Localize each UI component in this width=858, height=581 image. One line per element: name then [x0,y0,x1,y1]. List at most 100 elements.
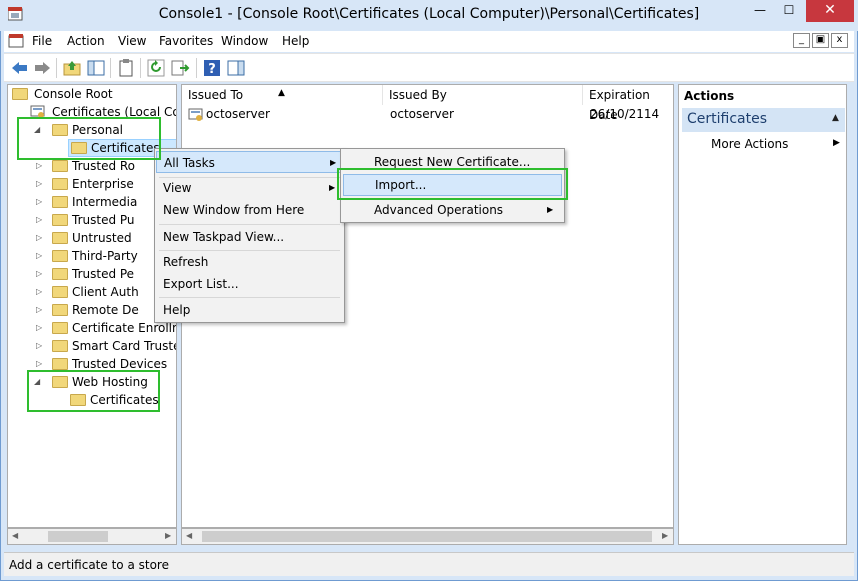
menu-item-advanced-operations[interactable]: Advanced Operations ▶ [341,199,564,221]
scroll-thumb[interactable] [202,531,652,542]
window-title: Console1 - [Console Root\Certificates (L… [158,6,700,22]
more-actions-item[interactable]: More Actions ▶ [711,137,841,155]
refresh-icon[interactable] [146,58,166,78]
tree-item-label: Untrusted [72,231,132,245]
folder-icon [52,196,68,208]
menu-item-label: View [163,181,192,195]
context-menu: All Tasks ▶ View ▶ New Window from Here … [154,148,345,323]
expand-arrow-icon[interactable]: ▷ [36,229,42,247]
folder-icon [52,358,68,370]
collapse-section-icon[interactable]: ▲ [832,113,839,123]
expand-arrow-icon[interactable]: ▷ [36,247,42,265]
menu-item-refresh[interactable]: Refresh [155,251,344,273]
expand-arrow-icon[interactable]: ▷ [36,211,42,229]
menu-item-label: New Taskpad View... [163,230,285,244]
expand-arrow-icon[interactable]: ▷ [36,193,42,211]
column-header-issued-by[interactable]: Issued By [383,85,583,105]
action-pane-icon[interactable] [226,58,246,78]
expand-arrow-icon[interactable]: ▷ [36,283,42,301]
mdi-restore-button[interactable]: ▣ [812,33,829,48]
tree-horizontal-scrollbar[interactable]: ◀ ▶ [7,528,177,545]
cell-issued-to: octoserver [206,107,270,121]
up-folder-icon[interactable] [62,58,82,78]
menu-item-label: Export List... [163,277,239,291]
menu-item-help[interactable]: Help [155,299,344,321]
sort-ascending-icon: ▲ [278,88,285,98]
expand-arrow-icon[interactable]: ▷ [36,337,42,355]
expand-arrow-icon[interactable]: ▷ [36,319,42,337]
expand-arrow-icon[interactable]: ▷ [36,265,42,283]
menu-item-view[interactable]: View ▶ [155,177,344,199]
menu-item-new-window[interactable]: New Window from Here [155,199,344,221]
tree-item-label: Enterprise [72,177,134,191]
column-header-issued-to[interactable]: Issued To ▲ [182,85,383,105]
menu-item-label: New Window from Here [163,203,305,217]
highlight-personal [17,117,161,160]
actions-section-label: Certificates [687,111,768,127]
menu-favorites[interactable]: Favorites [159,34,213,48]
minimize-button[interactable]: — [746,0,774,22]
folder-icon [52,178,68,190]
more-actions-label: More Actions [711,137,789,151]
menu-help[interactable]: Help [282,34,309,48]
scroll-left-icon[interactable]: ◀ [12,531,18,540]
list-horizontal-scrollbar[interactable]: ◀ ▶ [181,528,674,545]
table-row[interactable]: octoserver octoserver 26/10/2114 [182,105,673,125]
tree-item-label: Remote De [72,303,139,317]
menu-separator [159,224,340,225]
folder-icon [52,160,68,172]
highlight-import [337,168,568,200]
column-header-expiration-date[interactable]: Expiration Date [583,85,673,122]
column-header-label: Issued To [188,88,244,102]
scroll-left-icon[interactable]: ◀ [186,531,192,540]
svg-text:?: ? [208,62,216,77]
menu-item-export-list[interactable]: Export List... [155,273,344,295]
folder-icon [52,322,68,334]
submenu-arrow-icon: ▶ [329,183,336,192]
certificate-icon [188,108,203,121]
menu-item-new-taskpad[interactable]: New Taskpad View... [155,226,344,248]
forward-icon[interactable] [32,58,52,78]
title-bar[interactable]: Console1 - [Console Root\Certificates (L… [0,0,858,31]
tree-item-label: Intermedia [72,195,138,209]
menu-view[interactable]: View [118,34,146,48]
mdi-close-button[interactable]: x [831,33,848,48]
folder-icon [52,250,68,262]
folder-icon [52,268,68,280]
export-list-icon[interactable] [170,58,190,78]
expand-arrow-icon[interactable]: ▷ [36,175,42,193]
maximize-button[interactable]: ☐ [775,0,803,22]
menu-window[interactable]: Window [221,34,268,48]
actions-section-header[interactable]: Certificates ▲ [682,108,845,132]
folder-icon [52,214,68,226]
back-icon[interactable] [10,58,30,78]
close-button[interactable]: ✕ [806,0,854,22]
scroll-right-icon[interactable]: ▶ [165,531,171,540]
expand-arrow-icon[interactable]: ▷ [36,301,42,319]
folder-icon [12,88,28,100]
toolbar-separator [56,58,57,78]
show-hide-tree-icon[interactable] [86,58,106,78]
tree-item-label: Smart Card Trusted [72,339,177,353]
mdi-minimize-button[interactable]: _ [793,33,810,48]
menu-file[interactable]: File [32,34,52,48]
help-icon[interactable]: ? [202,58,222,78]
scroll-thumb[interactable] [48,531,108,542]
properties-icon[interactable] [116,58,136,78]
menu-action[interactable]: Action [67,34,105,48]
toolbar: ? [4,53,854,82]
scroll-right-icon[interactable]: ▶ [662,531,668,540]
tree-item-label: Third-Party [72,249,138,263]
cell-expiration-date: 26/10/2114 [590,107,660,121]
cell-issued-by: octoserver [390,107,454,121]
toolbar-separator [110,58,111,78]
folder-icon [52,304,68,316]
highlight-web-hosting [27,370,160,412]
system-menu-icon[interactable] [8,33,26,49]
menu-item-label: Help [163,303,191,317]
actions-title: Actions [684,89,735,103]
tree-item-label: Client Auth [72,285,139,299]
menu-item-all-tasks[interactable]: All Tasks ▶ [156,151,343,173]
status-text: Add a certificate to a store [9,558,169,572]
toolbar-separator [196,58,197,78]
